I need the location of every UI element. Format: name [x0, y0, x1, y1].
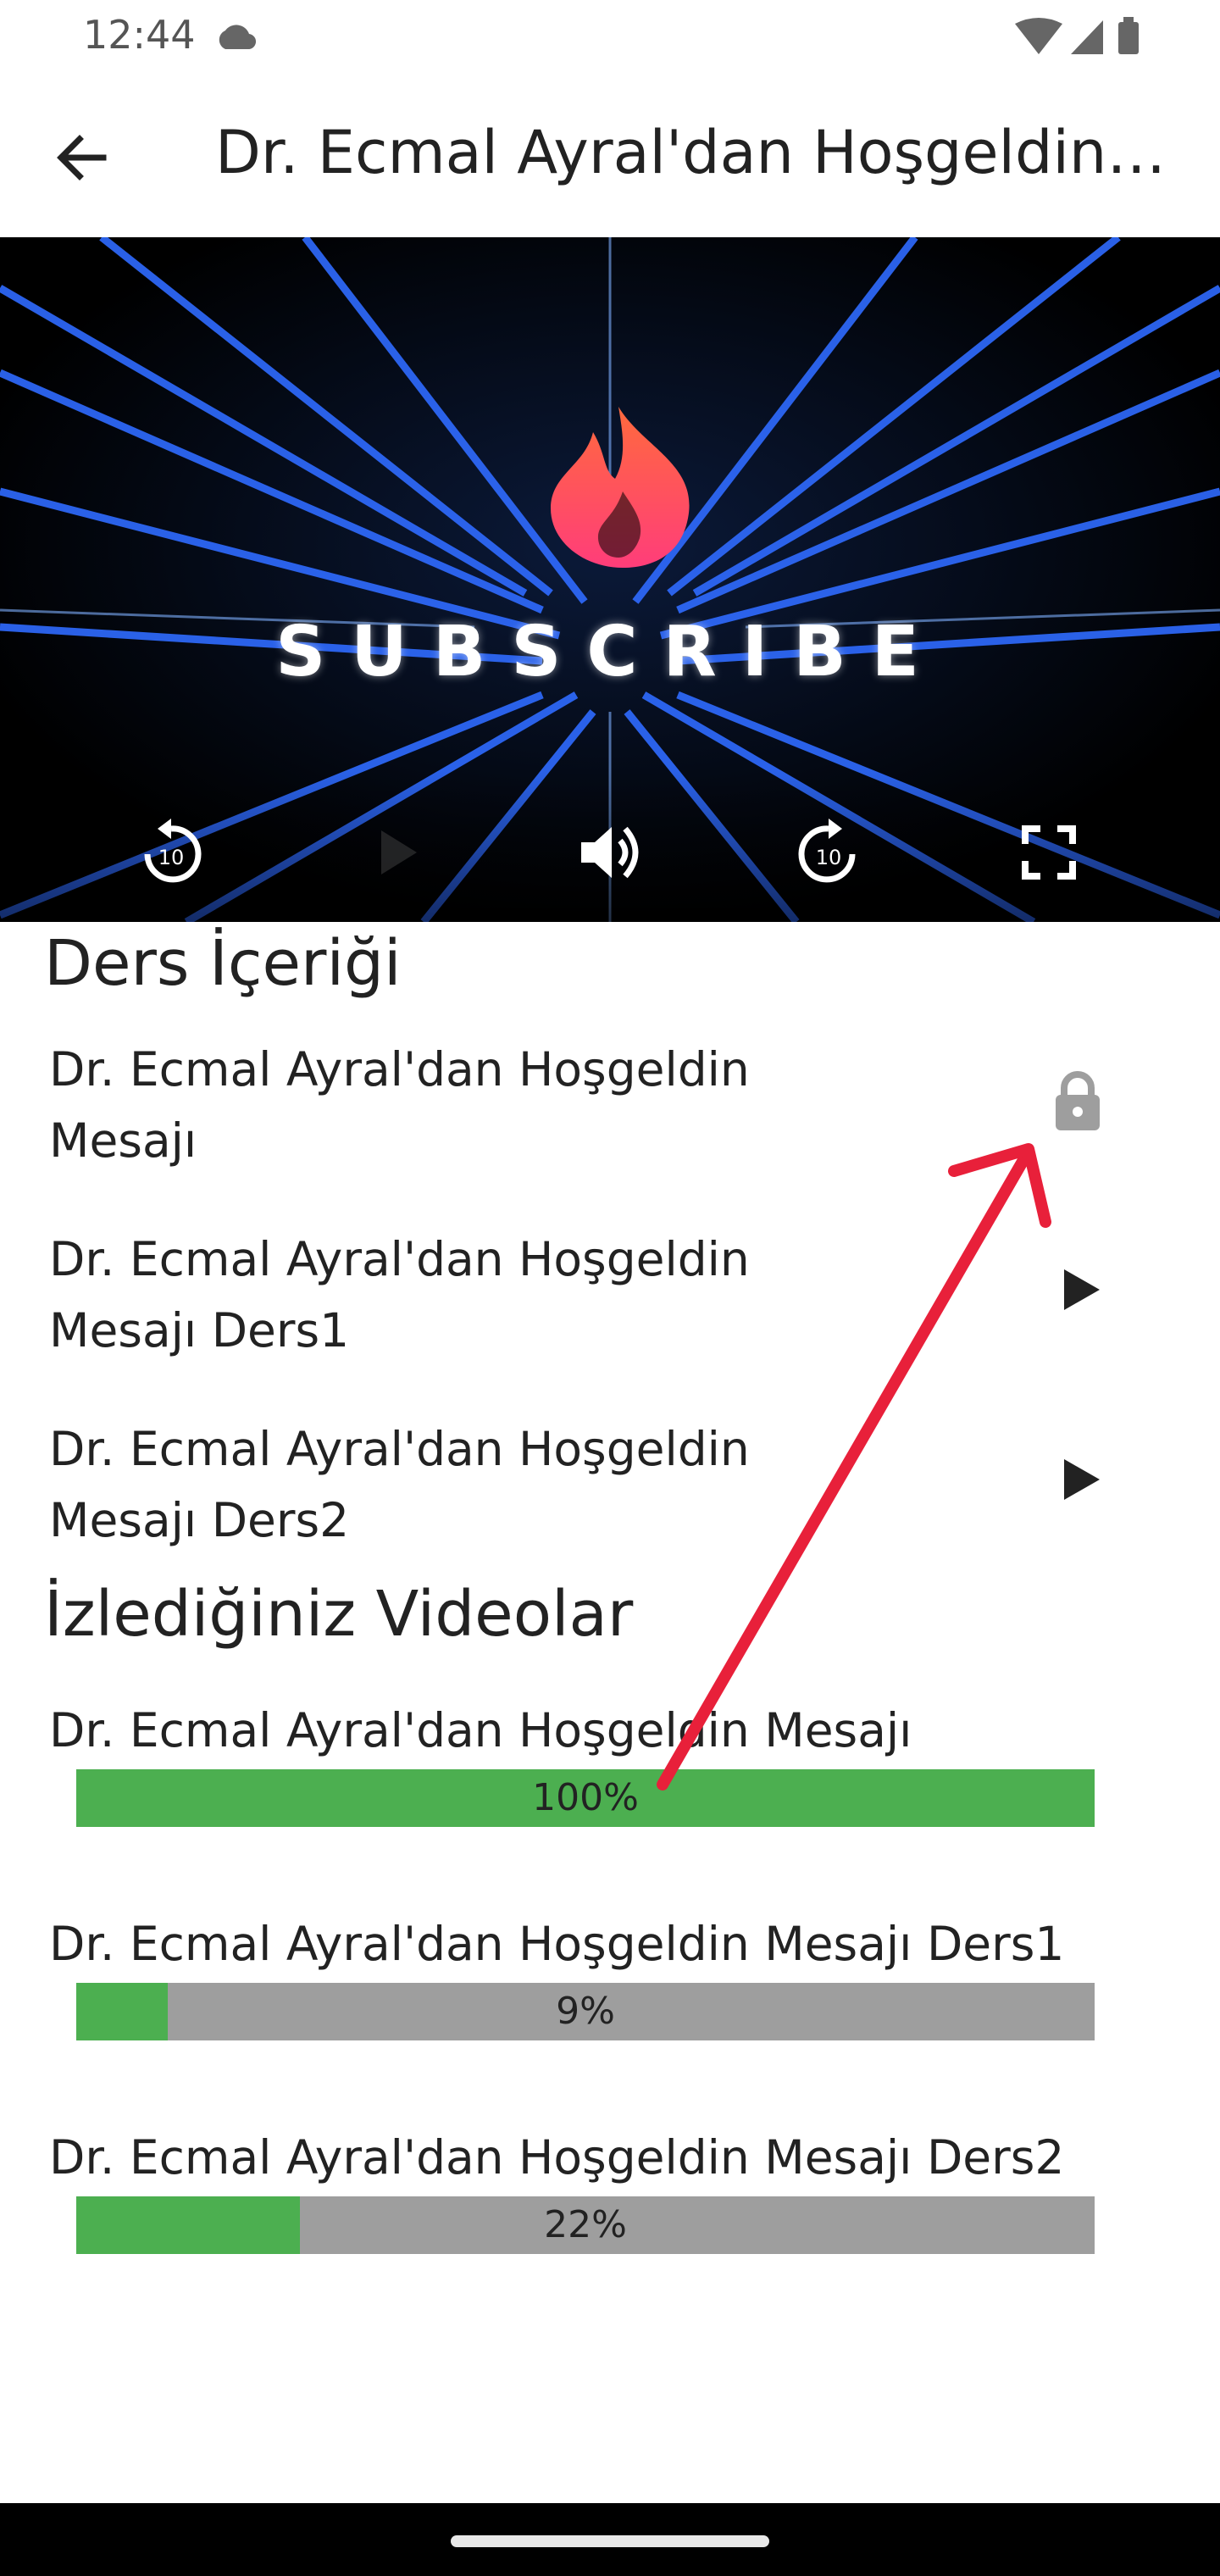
- forward-10-icon[interactable]: 10: [788, 812, 869, 893]
- play-icon[interactable]: [1045, 1446, 1113, 1513]
- progress-label: 22%: [544, 2203, 627, 2246]
- watched-videos-title: İzlediğiniz Videolar: [44, 1578, 634, 1651]
- cloud-icon: [219, 25, 257, 50]
- lesson-item[interactable]: Dr. Ecmal Ayral'dan Hoşgeldin Mesajı Der…: [49, 1224, 862, 1366]
- system-icons: [1015, 17, 1139, 54]
- progress-label: 100%: [532, 1776, 639, 1819]
- navigation-bar: [0, 2503, 1220, 2576]
- watched-item-title: Dr. Ecmal Ayral'dan Hoşgeldin Mesajı Der…: [49, 1917, 1065, 1971]
- home-gesture-handle[interactable]: [451, 2535, 769, 2547]
- progress-label: 9%: [556, 1990, 615, 2033]
- lesson-item[interactable]: Dr. Ecmal Ayral'dan Hoşgeldin Mesajı Der…: [49, 1413, 862, 1556]
- video-player[interactable]: SUBSCRIBE 10 10: [0, 237, 1220, 922]
- lesson-title: Dr. Ecmal Ayral'dan Hoşgeldin Mesajı: [49, 1042, 750, 1168]
- video-overlay-text: SUBSCRIBE: [275, 612, 945, 692]
- lock-icon[interactable]: [1044, 1066, 1112, 1134]
- app-bar: Dr. Ecmal Ayral'dan Hoşgeldin Mesajı: [0, 75, 1220, 239]
- progress-bar: 22%: [76, 2196, 1095, 2254]
- watched-item-title: Dr. Ecmal Ayral'dan Hoşgeldin Mesajı: [49, 1703, 912, 1757]
- progress-bar: 100%: [76, 1769, 1095, 1827]
- status-time: 12:44: [83, 12, 196, 58]
- progress-bar: 9%: [76, 1983, 1095, 2040]
- lesson-title: Dr. Ecmal Ayral'dan Hoşgeldin Mesajı Der…: [49, 1422, 750, 1547]
- page-title: Dr. Ecmal Ayral'dan Hoşgeldin Mesajı: [215, 118, 1173, 187]
- lesson-item[interactable]: Dr. Ecmal Ayral'dan Hoşgeldin Mesajı: [49, 1034, 862, 1176]
- lesson-title: Dr. Ecmal Ayral'dan Hoşgeldin Mesajı Der…: [49, 1232, 750, 1357]
- back-arrow-icon[interactable]: [47, 124, 115, 192]
- svg-text:10: 10: [816, 846, 842, 869]
- fullscreen-icon[interactable]: [1008, 812, 1090, 893]
- signal-icon: [1071, 20, 1103, 54]
- watched-item-title: Dr. Ecmal Ayral'dan Hoşgeldin Mesajı Der…: [49, 2130, 1065, 2185]
- status-bar: 12:44: [0, 0, 1220, 75]
- svg-text:10: 10: [158, 846, 185, 869]
- volume-icon[interactable]: [569, 812, 651, 893]
- battery-icon: [1118, 22, 1139, 54]
- video-controls: 10 10: [0, 771, 1220, 922]
- replay-10-icon[interactable]: 10: [130, 812, 212, 893]
- wifi-icon: [1015, 18, 1062, 54]
- play-icon[interactable]: [354, 812, 435, 893]
- play-icon[interactable]: [1045, 1256, 1113, 1324]
- course-content-title: Ders İçeriği: [44, 927, 402, 1000]
